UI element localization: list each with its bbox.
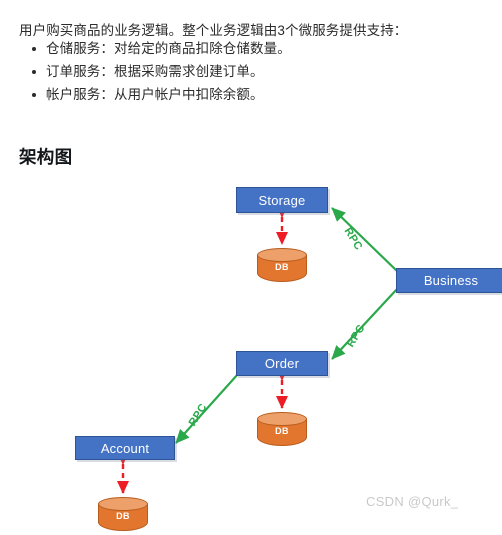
database-label: DB bbox=[275, 262, 289, 272]
cylinder-top-icon bbox=[257, 248, 307, 262]
diagram-node-label: Business bbox=[423, 273, 479, 288]
cylinder-top-icon bbox=[257, 412, 307, 426]
database-icon-storage[interactable]: DB bbox=[257, 248, 307, 286]
diagram-node-business[interactable]: Business bbox=[396, 268, 502, 293]
architecture-diagram: Storage Business Order Account DB DB DB … bbox=[0, 0, 502, 531]
database-icon-order[interactable]: DB bbox=[257, 412, 307, 450]
cylinder-top-icon bbox=[98, 497, 148, 511]
database-icon-account[interactable]: DB bbox=[98, 497, 148, 535]
database-label: DB bbox=[116, 511, 130, 521]
diagram-node-storage[interactable]: Storage bbox=[236, 187, 328, 213]
diagram-node-label: Account bbox=[100, 440, 150, 456]
watermark: CSDN @Qurk_ bbox=[366, 494, 459, 509]
diagram-node-label: Order bbox=[264, 356, 300, 371]
diagram-node-order[interactable]: Order bbox=[236, 351, 328, 376]
edge-business-order bbox=[331, 287, 399, 360]
diagram-node-account[interactable]: Account bbox=[75, 436, 175, 460]
database-label: DB bbox=[275, 426, 289, 436]
edge-business-storage bbox=[331, 207, 399, 273]
diagram-node-label: Storage bbox=[258, 192, 306, 208]
